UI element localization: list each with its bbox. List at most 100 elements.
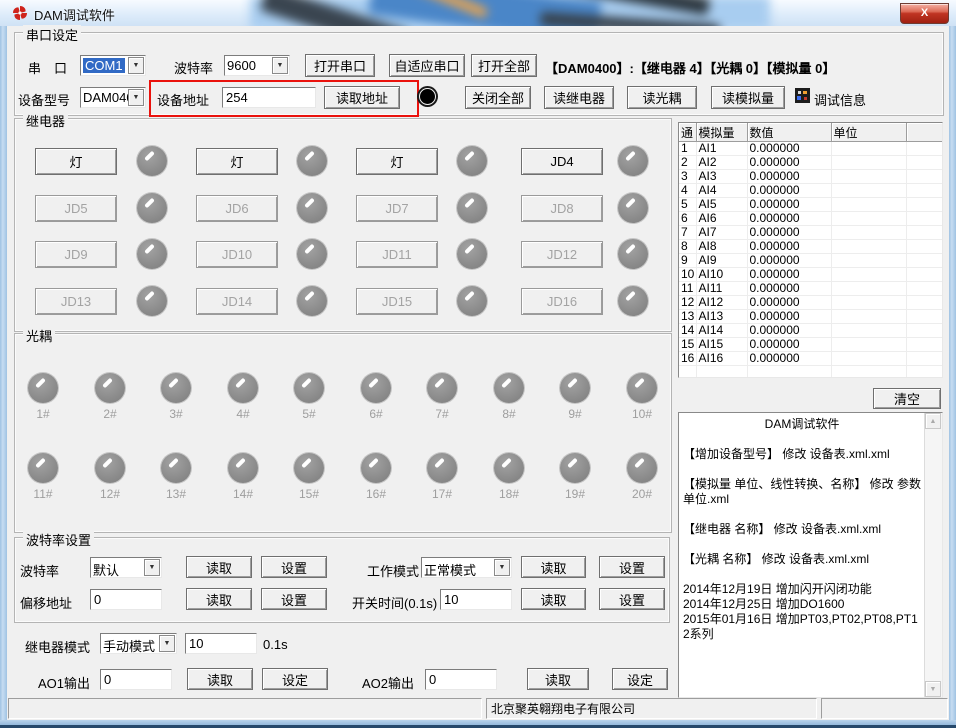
table-cell	[906, 142, 942, 156]
relaymode-value: 手动模式	[103, 636, 155, 655]
chevron-down-icon[interactable]: ▼	[144, 559, 160, 576]
table-cell	[906, 226, 942, 240]
table-row[interactable]: 9AI90.000000	[679, 254, 942, 268]
table-cell: 15	[679, 338, 696, 352]
analog-table-header[interactable]	[906, 123, 942, 142]
table-row[interactable]: 8AI80.000000	[679, 240, 942, 254]
model-combo[interactable]: DAM0400 ▼	[80, 87, 146, 108]
workmode-combo[interactable]: 正常模式 ▼	[421, 557, 512, 578]
baud-read-button[interactable]: 读取	[186, 556, 252, 578]
baud-combo-value: 9600	[227, 58, 256, 73]
relay-button-灯[interactable]: 灯	[356, 148, 438, 175]
relay-button-JD4[interactable]: JD4	[521, 148, 603, 175]
table-cell: 2	[679, 156, 696, 170]
switchtime-input[interactable]	[440, 589, 512, 610]
table-cell: 0.000000	[747, 198, 831, 212]
table-row[interactable]: 6AI60.000000	[679, 212, 942, 226]
read-addr-button[interactable]: 读取地址	[324, 86, 400, 109]
table-row[interactable]: 7AI70.000000	[679, 226, 942, 240]
table-cell: 0.000000	[747, 226, 831, 240]
info-line: 【继电器 名称】 修改 设备表.xml.xml	[683, 522, 921, 537]
table-row[interactable]	[679, 366, 942, 379]
ao1-set-button[interactable]: 设定	[262, 668, 328, 690]
table-row[interactable]: 4AI40.000000	[679, 184, 942, 198]
relay-button-JD11: JD11	[356, 241, 438, 268]
close-all-button[interactable]: 关闭全部	[465, 86, 531, 109]
chevron-down-icon[interactable]: ▼	[128, 57, 144, 74]
ao2-set-button[interactable]: 设定	[612, 668, 668, 690]
table-cell	[906, 352, 942, 366]
analog-table[interactable]: 通模拟量数值单位 1AI10.0000002AI20.0000003AI30.0…	[678, 122, 943, 378]
opto-label: 10#	[622, 407, 662, 421]
analog-table-header[interactable]: 通	[679, 123, 696, 142]
chevron-down-icon[interactable]: ▼	[494, 559, 510, 576]
switchtime-set-button[interactable]: 设置	[599, 588, 665, 610]
table-row[interactable]: 15AI150.000000	[679, 338, 942, 352]
clear-button[interactable]: 清空	[873, 388, 941, 409]
table-cell: 5	[679, 198, 696, 212]
table-row[interactable]: 12AI120.000000	[679, 296, 942, 310]
read-analog-button[interactable]: 读模拟量	[711, 86, 785, 109]
ao1-input[interactable]	[100, 669, 172, 690]
table-row[interactable]: 3AI30.000000	[679, 170, 942, 184]
workmode-set-button[interactable]: 设置	[599, 556, 665, 578]
table-row[interactable]: 14AI140.000000	[679, 324, 942, 338]
table-cell	[906, 240, 942, 254]
window-border-left	[0, 26, 7, 720]
table-row[interactable]: 13AI130.000000	[679, 310, 942, 324]
open-serial-button[interactable]: 打开串口	[305, 54, 375, 77]
chevron-down-icon[interactable]: ▼	[159, 635, 175, 652]
info-content: DAM调试软件【增加设备型号】 修改 设备表.xml.xml【模拟量 单位、线性…	[683, 417, 921, 642]
workmode-read-button[interactable]: 读取	[521, 556, 586, 578]
read-relay-button[interactable]: 读继电器	[544, 86, 614, 109]
offset-read-button[interactable]: 读取	[186, 588, 252, 610]
relaymode-time-input[interactable]	[185, 633, 257, 654]
relaymode-combo[interactable]: 手动模式 ▼	[100, 633, 177, 654]
opto-group-label: 光耦	[23, 326, 55, 345]
switchtime-read-button[interactable]: 读取	[521, 588, 586, 610]
table-row[interactable]: 1AI10.000000	[679, 142, 942, 156]
scroll-down-icon[interactable]: ▼	[925, 681, 941, 697]
table-row[interactable]: 16AI160.000000	[679, 352, 942, 366]
port-combo[interactable]: COM1 ▼	[80, 55, 146, 76]
opto-label: 2#	[90, 407, 130, 421]
table-cell: AI10	[696, 268, 747, 282]
relay-button-JD14: JD14	[196, 288, 278, 315]
chevron-down-icon[interactable]: ▼	[272, 57, 288, 74]
table-cell: AI13	[696, 310, 747, 324]
settings-baud-combo[interactable]: 默认 ▼	[90, 557, 162, 578]
table-row[interactable]: 2AI20.000000	[679, 156, 942, 170]
table-row[interactable]: 5AI50.000000	[679, 198, 942, 212]
analog-table-header[interactable]: 单位	[831, 123, 906, 142]
table-cell	[831, 268, 906, 282]
model-label: 设备型号	[18, 90, 70, 109]
ao2-input[interactable]	[425, 669, 497, 690]
auto-serial-button[interactable]: 自适应串口	[389, 54, 465, 77]
offset-input[interactable]	[90, 589, 162, 610]
chevron-down-icon[interactable]: ▼	[128, 89, 144, 106]
table-cell: AI14	[696, 324, 747, 338]
ao2-read-button[interactable]: 读取	[527, 668, 589, 690]
analog-table-header[interactable]: 模拟量	[696, 123, 747, 142]
info-panel[interactable]: DAM调试软件【增加设备型号】 修改 设备表.xml.xml【模拟量 单位、线性…	[678, 412, 943, 698]
unit-01s-label: 0.1s	[263, 637, 288, 652]
addr-input[interactable]	[222, 87, 316, 108]
relay-led	[457, 239, 487, 269]
table-cell: 0.000000	[747, 142, 831, 156]
table-row[interactable]: 11AI110.000000	[679, 282, 942, 296]
relay-led	[297, 239, 327, 269]
analog-table-header[interactable]: 数值	[747, 123, 831, 142]
info-scrollbar[interactable]: ▲ ▼	[924, 413, 942, 697]
relay-button-灯[interactable]: 灯	[196, 148, 278, 175]
open-all-button[interactable]: 打开全部	[471, 54, 537, 77]
baud-combo[interactable]: 9600 ▼	[224, 55, 290, 76]
baud-set-button[interactable]: 设置	[261, 556, 327, 578]
read-opto-button[interactable]: 读光耦	[627, 86, 697, 109]
close-button[interactable]: X	[900, 3, 949, 24]
offset-set-button[interactable]: 设置	[261, 588, 327, 610]
scroll-up-icon[interactable]: ▲	[925, 413, 941, 429]
relay-button-灯[interactable]: 灯	[35, 148, 117, 175]
table-row[interactable]: 10AI100.000000	[679, 268, 942, 282]
ao1-read-button[interactable]: 读取	[187, 668, 253, 690]
table-cell: AI4	[696, 184, 747, 198]
